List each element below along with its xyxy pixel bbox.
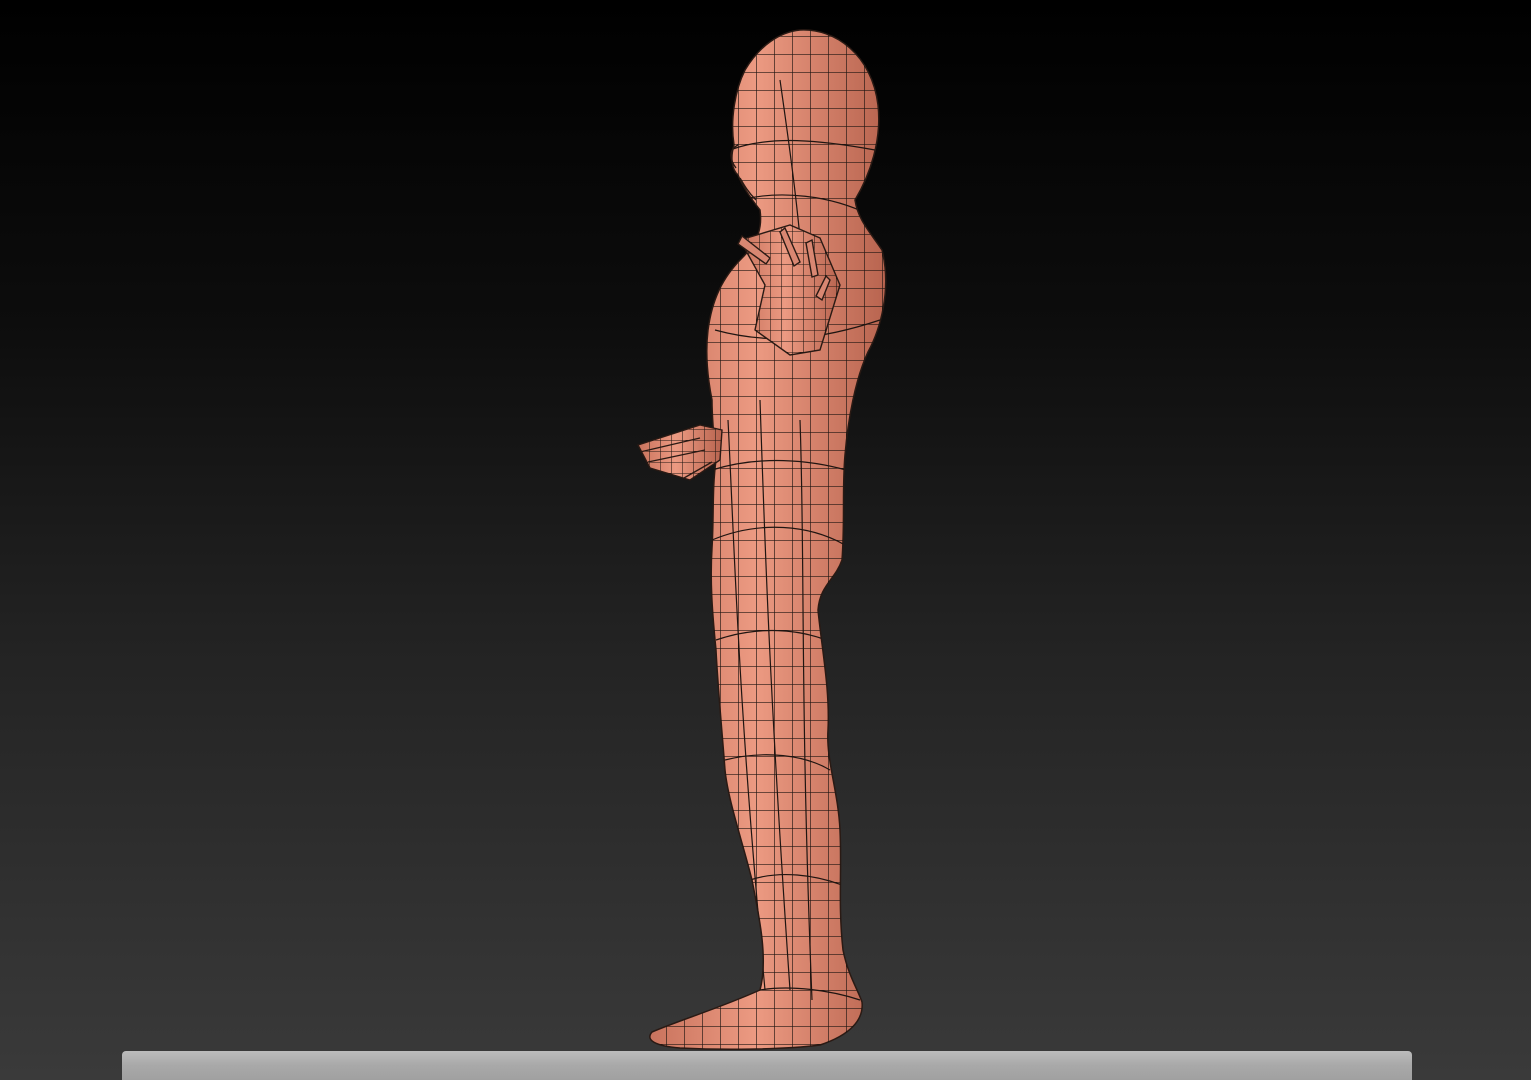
body-mesh [649,29,887,1050]
3d-viewport[interactable] [0,0,1531,1080]
floor-plane [122,1051,1412,1080]
mannequin-model[interactable] [0,0,1531,1080]
